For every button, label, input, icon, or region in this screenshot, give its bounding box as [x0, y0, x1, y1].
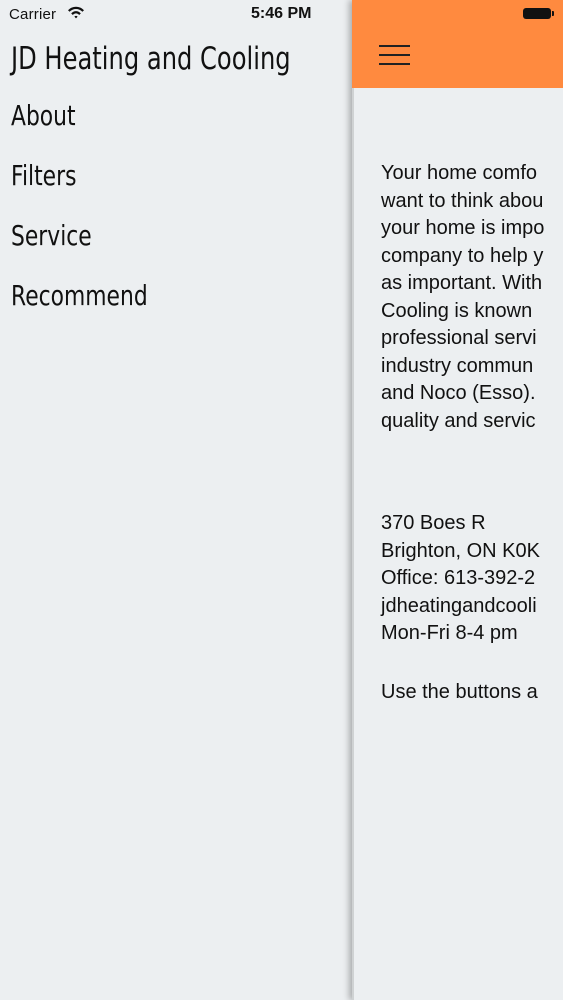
city-line: Brighton, ON K0K [381, 539, 540, 562]
hours-line: Mon-Fri 8-4 pm [381, 622, 518, 644]
instructions-text: Use the buttons a [381, 679, 563, 707]
email-line: jdheatingandcooli [381, 594, 537, 617]
paragraph-line: Cooling is known [381, 299, 533, 322]
contact-info: 370 Boes R Brighton, ON K0K Office: 613-… [381, 510, 563, 648]
instructions-line: Use the buttons a [381, 681, 538, 703]
address-line: 370 Boes R [381, 512, 486, 534]
office-phone-line: Office: 613-392-2 [381, 567, 536, 589]
menu-item-filters[interactable]: Filters [11, 159, 76, 192]
menu-item-recommend[interactable]: Recommend [11, 279, 148, 312]
main-content-panel: Your home comfo want to think abou your … [352, 0, 563, 1000]
paragraph-line: want to think abou [381, 189, 544, 212]
paragraph-line: and Noco (Esso). [381, 382, 536, 404]
side-drawer: JD Heating and Cooling About Filters Ser… [0, 0, 352, 1000]
paragraph-line: company to help y [381, 244, 544, 267]
paragraph-line: industry commun [381, 354, 534, 377]
paragraph-line: your home is impo [381, 217, 545, 239]
paragraph-line: Your home comfo [381, 162, 538, 184]
about-paragraph: Your home comfo want to think abou your … [381, 160, 563, 435]
menu-item-service[interactable]: Service [11, 219, 92, 252]
navigation-bar [352, 0, 563, 88]
drawer-title: JD Heating and Cooling [11, 41, 291, 77]
paragraph-line: professional servi [381, 327, 537, 349]
paragraph-line: quality and servic [381, 409, 536, 432]
hamburger-menu-icon[interactable] [379, 43, 411, 69]
menu-item-about[interactable]: About [11, 99, 76, 132]
paragraph-line: as important. With [381, 272, 543, 294]
battery-icon [523, 8, 554, 19]
